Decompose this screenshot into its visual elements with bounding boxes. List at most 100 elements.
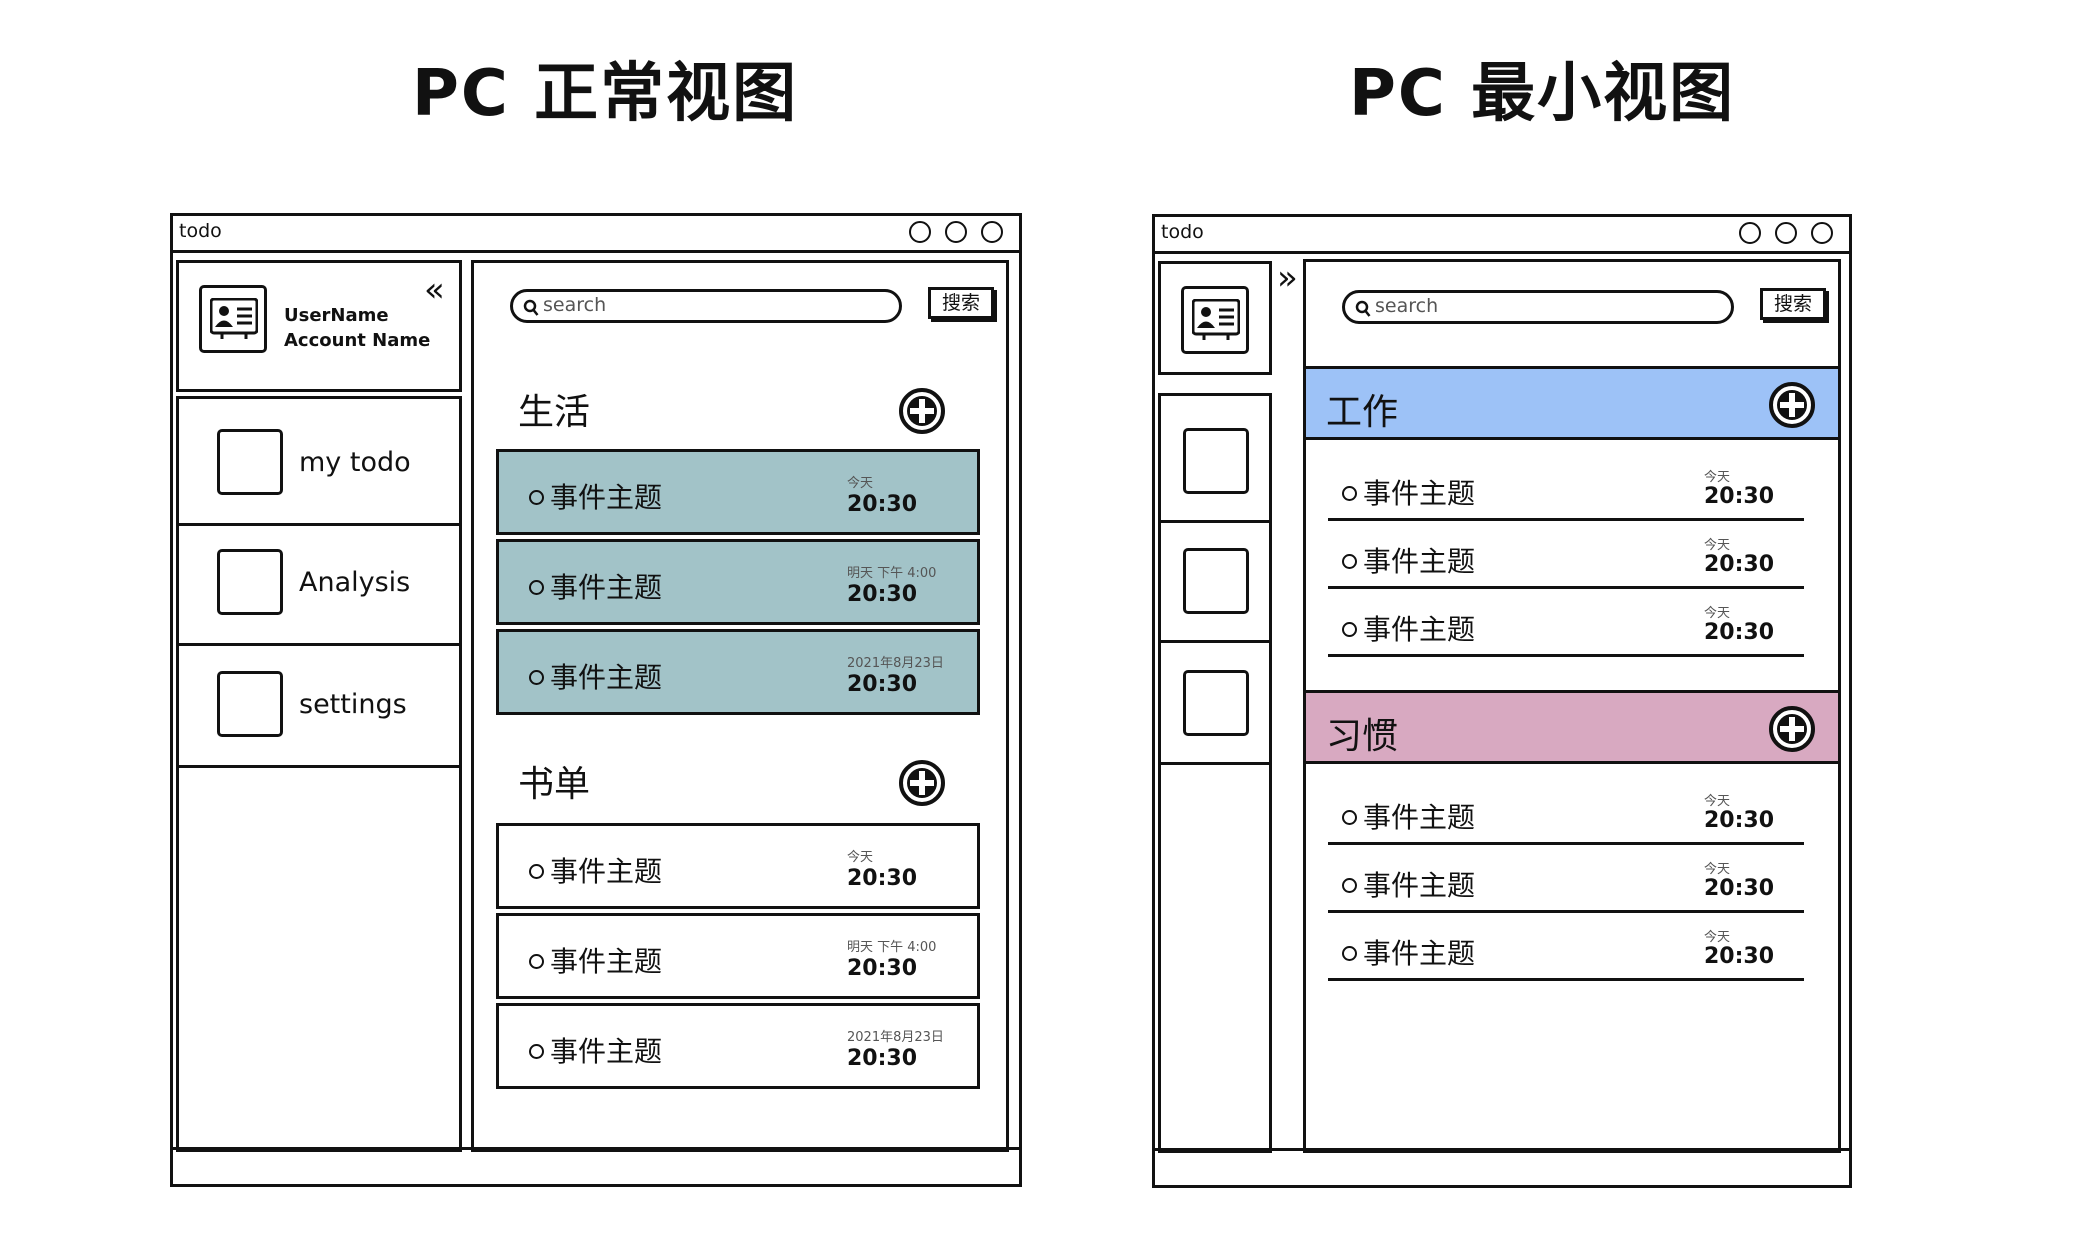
search-icon [523, 299, 539, 316]
close-button[interactable] [981, 221, 1003, 243]
search-button[interactable]: 搜索 [928, 287, 994, 319]
divider [1328, 518, 1804, 521]
divider [179, 523, 459, 526]
expand-sidebar-icon[interactable]: » [1277, 261, 1298, 295]
add-icon[interactable] [898, 387, 946, 435]
checkbox-circle-icon[interactable] [1342, 486, 1357, 501]
checkbox-circle-icon[interactable] [529, 670, 544, 685]
todo-day: 今天 [847, 850, 874, 865]
todo-time: 20:30 [847, 492, 918, 517]
analysis-icon [217, 549, 283, 615]
todo-day: 今天 [1704, 538, 1731, 553]
section-header-habit: 习惯 [1303, 690, 1841, 764]
checkbox-circle-icon[interactable] [1342, 810, 1357, 825]
my-todo-icon [217, 429, 283, 495]
title-bar: todo [173, 216, 1019, 253]
sidebar-nav [1158, 393, 1272, 1153]
checkbox-circle-icon[interactable] [1342, 946, 1357, 961]
title-bar: todo [1155, 217, 1849, 254]
checkbox-circle-icon[interactable] [529, 1044, 544, 1059]
todo-card[interactable]: 事件主题 明天 下午 4:00 20:30 [496, 913, 980, 999]
todo-card[interactable]: 事件主题 2021年8月23日 20:30 [496, 1003, 980, 1089]
search-bar[interactable] [510, 289, 902, 323]
todo-title: 事件主题 [1342, 608, 1475, 648]
todo-title: 事件主题 [1342, 796, 1475, 836]
minimize-button[interactable] [909, 221, 931, 243]
sidebar-item-label: settings [299, 689, 407, 720]
todo-card[interactable]: 事件主题 今天 20:30 [496, 449, 980, 535]
add-icon[interactable] [898, 759, 946, 807]
todo-time: 20:30 [1704, 876, 1775, 901]
divider [1328, 586, 1804, 589]
todo-day: 今天 [1704, 606, 1731, 621]
add-icon[interactable] [1768, 705, 1816, 753]
search-input[interactable] [1375, 294, 1646, 318]
todo-title: 事件主题 [529, 476, 662, 516]
todo-day: 今天 [1704, 862, 1731, 877]
contact-card-icon [199, 285, 267, 353]
todo-day: 今天 [1704, 794, 1731, 809]
minimize-button[interactable] [1739, 222, 1761, 244]
section-title-booklist: 书单 [518, 764, 591, 805]
checkbox-circle-icon[interactable] [529, 864, 544, 879]
checkbox-circle-icon[interactable] [529, 580, 544, 595]
collapse-sidebar-icon[interactable]: « [424, 273, 445, 307]
sidebar-item-label: Analysis [299, 567, 411, 598]
todo-day: 明天 下午 4:00 [847, 566, 937, 581]
sidebar-item-settings[interactable] [1183, 670, 1249, 736]
window-title: todo [179, 220, 222, 242]
username-label: UserName [284, 305, 389, 326]
divider [179, 643, 459, 646]
close-button[interactable] [1811, 222, 1833, 244]
todo-title: 事件主题 [1342, 932, 1475, 972]
status-bar [173, 1147, 1019, 1184]
todo-card[interactable]: 事件主题 今天 20:30 [496, 823, 980, 909]
checkbox-circle-icon[interactable] [1342, 622, 1357, 637]
todo-card[interactable]: 事件主题 明天 下午 4:00 20:30 [496, 539, 980, 625]
main-pane: 搜索 工作 事件主题 今天 20:30 事件主题 今天 20:30 事件主题 今… [1303, 259, 1841, 1153]
divider [1161, 640, 1269, 643]
divider [1328, 654, 1804, 657]
checkbox-circle-icon[interactable] [529, 490, 544, 505]
divider [1161, 762, 1269, 765]
section-header-work: 工作 [1303, 366, 1841, 440]
divider [179, 765, 459, 768]
section-title-habit: 习惯 [1326, 716, 1399, 757]
search-bar[interactable] [1342, 290, 1734, 324]
add-icon[interactable] [1768, 381, 1816, 429]
todo-day: 2021年8月23日 [847, 1030, 944, 1045]
minimal-view-heading: PC 最小视图 [1349, 57, 1736, 131]
section-title-work: 工作 [1326, 392, 1399, 433]
checkbox-circle-icon[interactable] [1342, 554, 1357, 569]
normal-view-window: todo UserName Account Name « my todo Ana… [170, 213, 1022, 1187]
divider [1328, 978, 1804, 981]
user-profile-pane: UserName Account Name « [176, 260, 462, 392]
checkbox-circle-icon[interactable] [1342, 878, 1357, 893]
search-button[interactable]: 搜索 [1760, 288, 1826, 320]
todo-day: 今天 [1704, 470, 1731, 485]
sidebar-item-analysis[interactable] [1183, 548, 1249, 614]
sidebar-item-my-todo[interactable] [1183, 428, 1249, 494]
todo-day: 2021年8月23日 [847, 656, 944, 671]
checkbox-circle-icon[interactable] [529, 954, 544, 969]
todo-time: 20:30 [1704, 552, 1775, 577]
todo-time: 20:30 [1704, 620, 1775, 645]
todo-time: 20:30 [1704, 484, 1775, 509]
maximize-button[interactable] [1775, 222, 1797, 244]
divider [1161, 520, 1269, 523]
todo-day: 明天 下午 4:00 [847, 940, 937, 955]
maximize-button[interactable] [945, 221, 967, 243]
todo-title: 事件主题 [1342, 472, 1475, 512]
divider [1328, 842, 1804, 845]
todo-time: 20:30 [847, 956, 918, 981]
todo-day: 今天 [847, 476, 874, 491]
todo-title: 事件主题 [529, 940, 662, 980]
account-name-label: Account Name [284, 330, 431, 351]
todo-time: 20:30 [847, 866, 918, 891]
status-bar [1155, 1148, 1849, 1185]
user-profile-pane [1158, 261, 1272, 375]
todo-card[interactable]: 事件主题 2021年8月23日 20:30 [496, 629, 980, 715]
todo-title: 事件主题 [529, 566, 662, 606]
todo-time: 20:30 [847, 582, 918, 607]
search-input[interactable] [543, 293, 814, 317]
